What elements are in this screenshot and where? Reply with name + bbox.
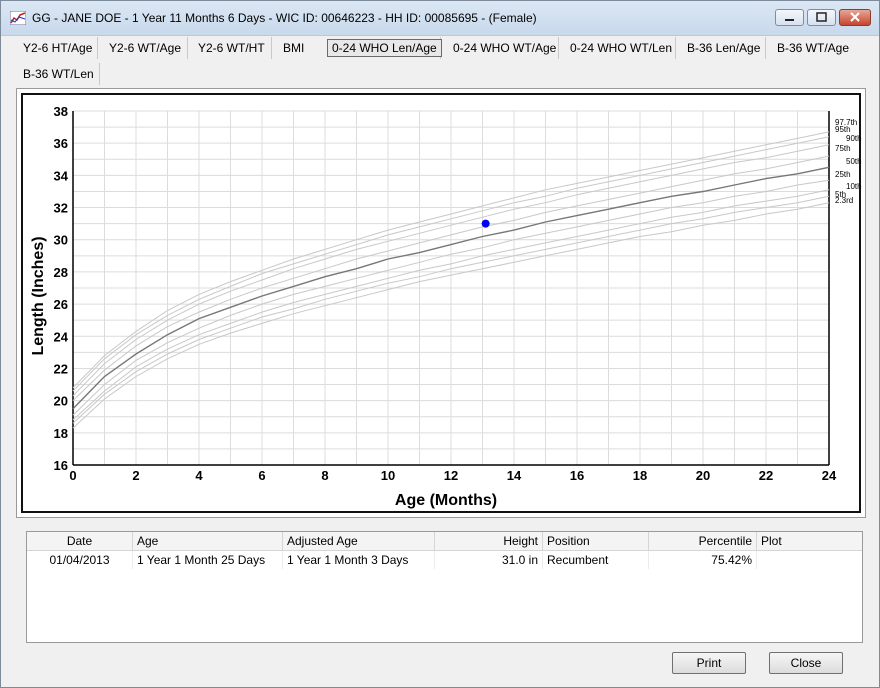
growth-chart-app-icon [10,11,26,25]
tab-label: 0-24 WHO WT/Len [570,41,673,55]
close-icon [850,12,860,22]
tab-label: 0-24 WHO Len/Age [327,39,442,57]
minimize-icon [785,19,794,21]
tab-label: B-36 WT/Len [23,67,94,81]
tab-label: Y2-6 WT/Age [109,41,182,55]
col-header-percentile[interactable]: Percentile [649,532,757,550]
cell-height: 31.0 in [435,551,543,569]
col-header-age[interactable]: Age [133,532,283,550]
maximize-button[interactable] [807,9,836,26]
cell-age: 1 Year 1 Month 25 Days [133,551,283,569]
tab-y2-6-wt-age[interactable]: Y2-6 WT/Age [99,37,188,59]
tab-b-36-wt-len[interactable]: B-36 WT/Len [13,63,100,85]
tab-0-24-who-wt-len[interactable]: 0-24 WHO WT/Len [560,37,676,59]
cell-date: 01/04/2013 [27,551,133,569]
cell-adjusted-age: 1 Year 1 Month 3 Days [283,551,435,569]
chart-frame [16,88,866,518]
chart-border [21,93,861,513]
tab-label: Y2-6 HT/Age [23,41,93,55]
app-window: GG - JANE DOE - 1 Year 11 Months 6 Days … [0,0,880,688]
maximize-icon [816,12,827,22]
tab-b-36-len-age[interactable]: B-36 Len/Age [677,37,766,59]
col-header-height[interactable]: Height [435,532,543,550]
print-button[interactable]: Print [672,652,746,674]
tab-y2-6-wt-ht[interactable]: Y2-6 WT/HT [188,37,272,59]
close-button[interactable]: Close [769,652,843,674]
close-window-button[interactable] [839,9,871,26]
table-row[interactable]: 01/04/2013 1 Year 1 Month 25 Days 1 Year… [27,551,862,569]
tab-bmi[interactable]: BMI [273,37,323,59]
measurement-table[interactable]: Date Age Adjusted Age Height Position Pe… [26,531,863,643]
tab-0-24-who-len-age[interactable]: 0-24 WHO Len/Age [323,37,442,59]
cell-plot [757,551,862,569]
cell-percentile: 75.42% [649,551,757,569]
col-header-position[interactable]: Position [543,532,649,550]
tab-label: B-36 Len/Age [687,41,761,55]
title-bar[interactable]: GG - JANE DOE - 1 Year 11 Months 6 Days … [1,1,879,36]
tab-label: B-36 WT/Age [777,41,850,55]
col-header-plot[interactable]: Plot [757,532,862,550]
tab-label: 0-24 WHO WT/Age [453,41,557,55]
tab-y2-6-ht-age[interactable]: Y2-6 HT/Age [13,37,98,59]
minimize-button[interactable] [775,9,804,26]
tab-0-24-who-wt-age[interactable]: 0-24 WHO WT/Age [443,37,559,59]
cell-position: Recumbent [543,551,649,569]
window-title: GG - JANE DOE - 1 Year 11 Months 6 Days … [32,11,537,25]
tab-b-36-wt-age[interactable]: B-36 WT/Age [767,37,857,59]
chart-tab-strip: Y2-6 HT/Age Y2-6 WT/Age Y2-6 WT/HT BMI 0… [13,37,873,87]
table-header: Date Age Adjusted Age Height Position Pe… [27,532,862,551]
tab-label: Y2-6 WT/HT [198,41,265,55]
col-header-adjusted-age[interactable]: Adjusted Age [283,532,435,550]
col-header-date[interactable]: Date [27,532,133,550]
tab-label: BMI [283,41,305,55]
